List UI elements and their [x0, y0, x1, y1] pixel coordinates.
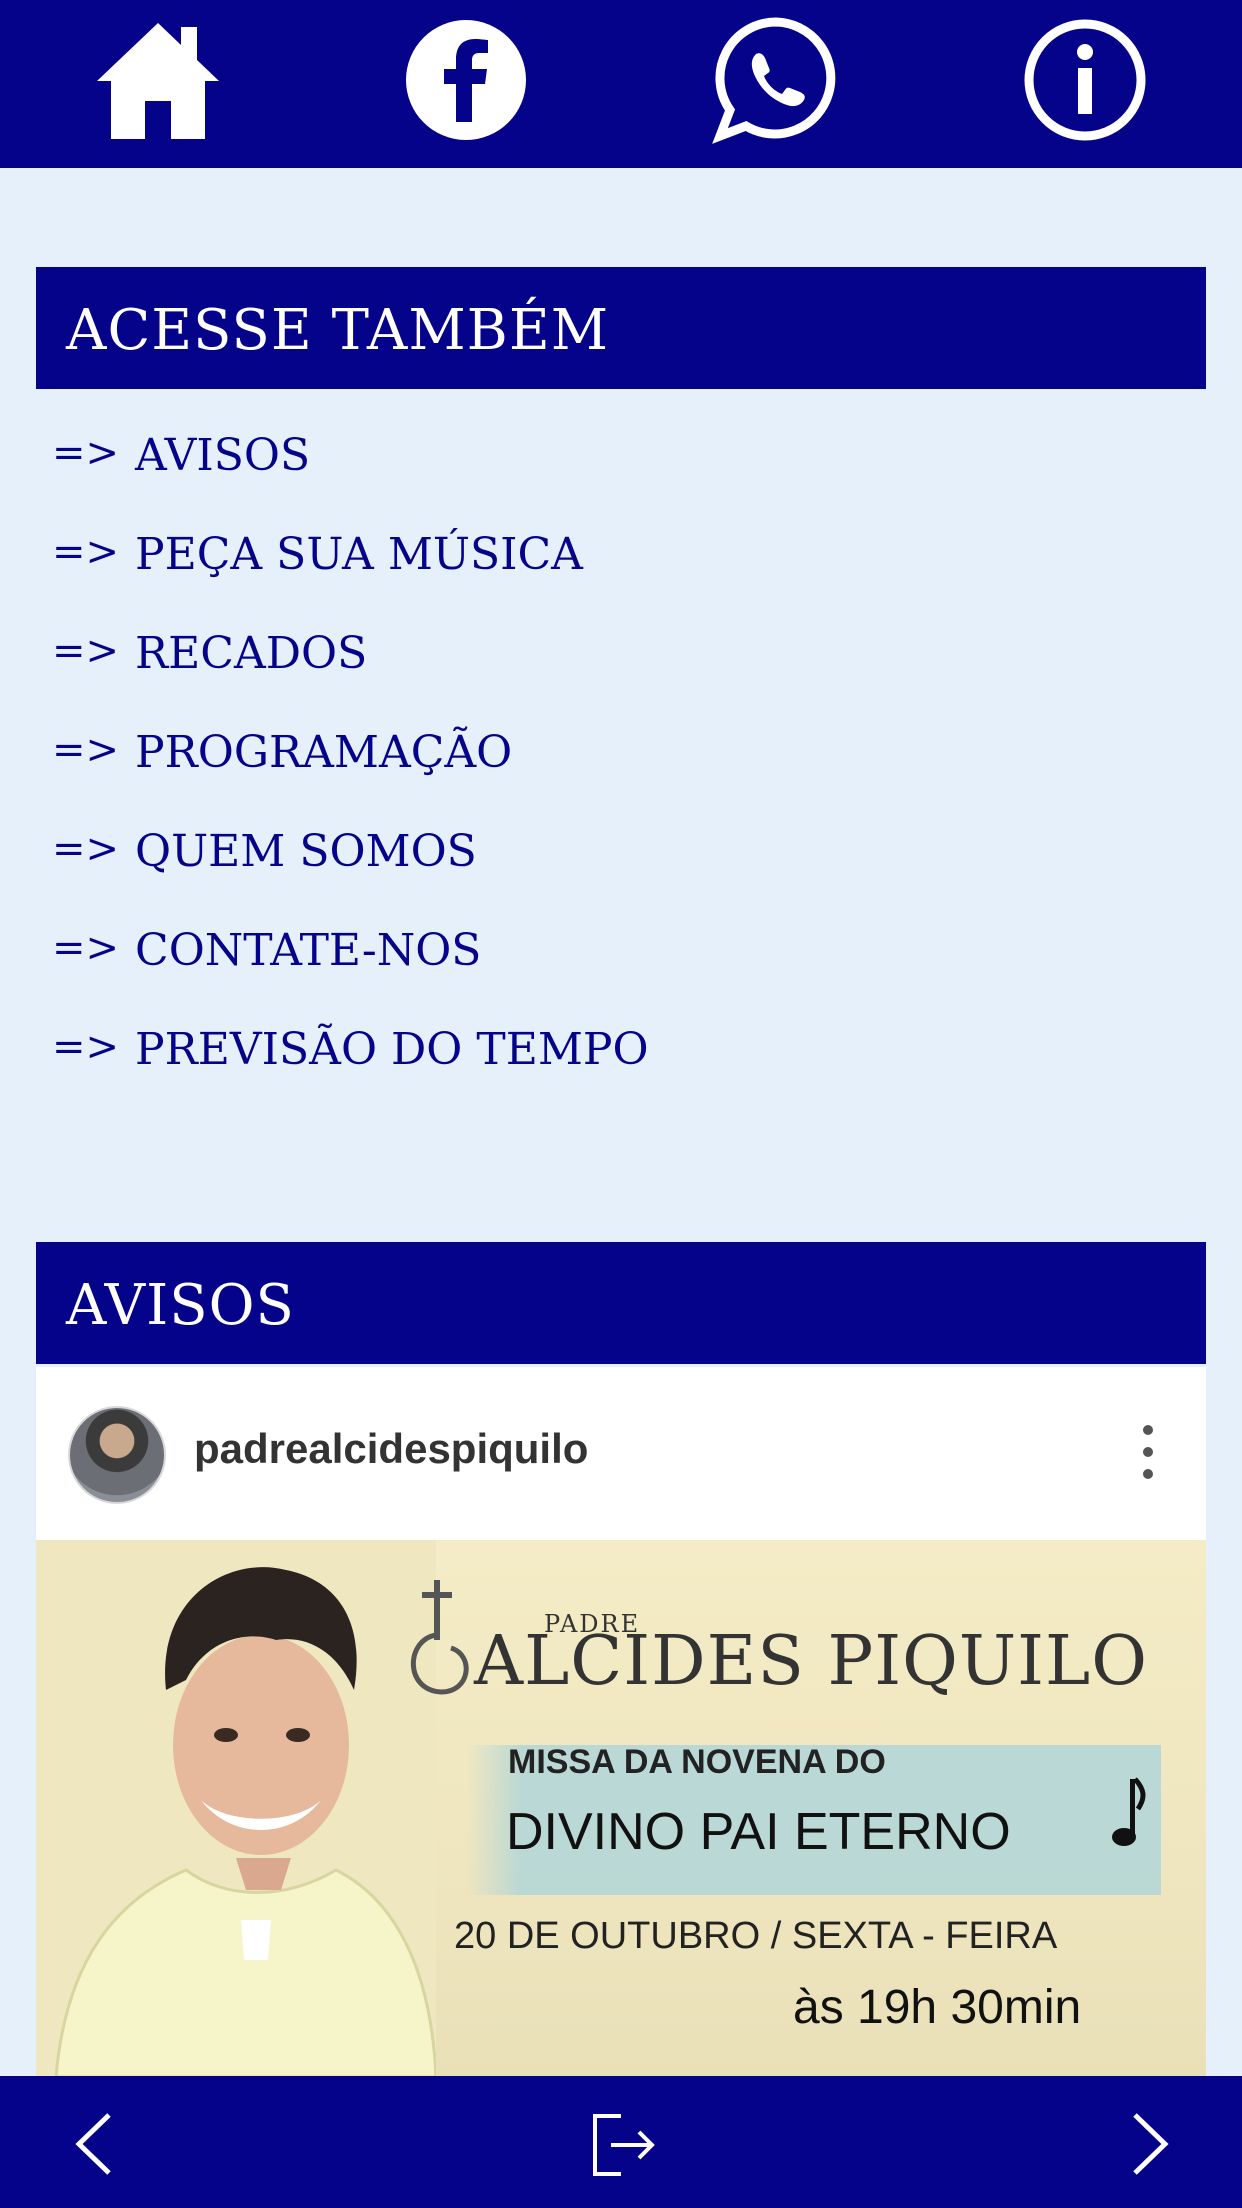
link-arrow: =>	[52, 826, 120, 872]
more-options-icon[interactable]	[1142, 1425, 1154, 1481]
notice-post-card[interactable]: padrealcidespiquilo PADRE ALCIDES PIQUIL…	[36, 1367, 1206, 2077]
back-arrow-icon	[75, 2113, 111, 2175]
share-exit-button[interactable]	[573, 2096, 669, 2192]
link-label: CONTATE-NOS	[135, 925, 482, 976]
poster-date: 20 DE OUTUBRO / SEXTA - FEIRA	[454, 1915, 1058, 1957]
post-image[interactable]: PADRE ALCIDES PIQUILO MISSA DA NOVENA DO…	[36, 1540, 1206, 2077]
access-section-header: ACESSE TAMBÉM	[36, 267, 1206, 389]
link-contate-nos[interactable]: => CONTATE-NOS	[52, 925, 1152, 1024]
link-arrow: =>	[52, 925, 120, 971]
poster-line1: MISSA DA NOVENA DO	[508, 1743, 886, 1781]
link-previsao-do-tempo[interactable]: => PREVISÃO DO TEMPO	[52, 1024, 1152, 1123]
notices-section-header: AVISOS	[36, 1242, 1206, 1364]
share-exit-icon	[593, 2114, 655, 2176]
post-header: padrealcidespiquilo	[36, 1367, 1206, 1537]
bottom-navigation-bar	[0, 2076, 1242, 2208]
priest-photo	[36, 1540, 436, 2077]
back-button[interactable]	[46, 2096, 142, 2192]
link-quem-somos[interactable]: => QUEM SOMOS	[52, 826, 1152, 925]
facebook-icon	[406, 20, 526, 140]
link-label: PROGRAMAÇÃO	[135, 727, 513, 778]
info-button[interactable]	[1015, 10, 1155, 150]
facebook-button[interactable]	[396, 10, 536, 150]
link-arrow: =>	[52, 727, 120, 773]
link-label: AVISOS	[135, 430, 311, 481]
info-icon	[1024, 19, 1146, 141]
link-label: PEÇA SUA MÚSICA	[135, 529, 583, 580]
access-links-list: => AVISOS => PEÇA SUA MÚSICA => RECADOS …	[52, 430, 1152, 1123]
home-icon	[97, 23, 219, 139]
poster-name: ALCIDES PIQUILO	[474, 1622, 1148, 1701]
forward-arrow-icon	[1133, 2113, 1169, 2175]
link-peca-sua-musica[interactable]: => PEÇA SUA MÚSICA	[52, 529, 1152, 628]
link-recados[interactable]: => RECADOS	[52, 628, 1152, 727]
poster-line2: DIVINO PAI ETERNO	[506, 1803, 1011, 1861]
poster-time: às 19h 30min	[793, 1981, 1082, 2034]
crucifix-music-logo	[410, 1580, 469, 1695]
link-arrow: =>	[52, 529, 120, 575]
link-label: RECADOS	[135, 628, 368, 679]
post-username[interactable]: padrealcidespiquilo	[194, 1425, 588, 1473]
avatar	[68, 1406, 166, 1504]
forward-button[interactable]	[1102, 2096, 1198, 2192]
whatsapp-icon	[712, 17, 836, 144]
link-arrow: =>	[52, 1024, 120, 1070]
whatsapp-button[interactable]	[706, 10, 846, 150]
link-arrow: =>	[52, 430, 120, 476]
link-programacao[interactable]: => PROGRAMAÇÃO	[52, 727, 1152, 826]
link-avisos[interactable]: => AVISOS	[52, 430, 1152, 529]
link-label: PREVISÃO DO TEMPO	[135, 1024, 649, 1075]
top-navigation-bar	[0, 0, 1242, 168]
link-arrow: =>	[52, 628, 120, 674]
link-label: QUEM SOMOS	[135, 826, 477, 877]
home-button[interactable]	[88, 10, 228, 150]
music-note-icon	[1112, 1777, 1146, 1846]
